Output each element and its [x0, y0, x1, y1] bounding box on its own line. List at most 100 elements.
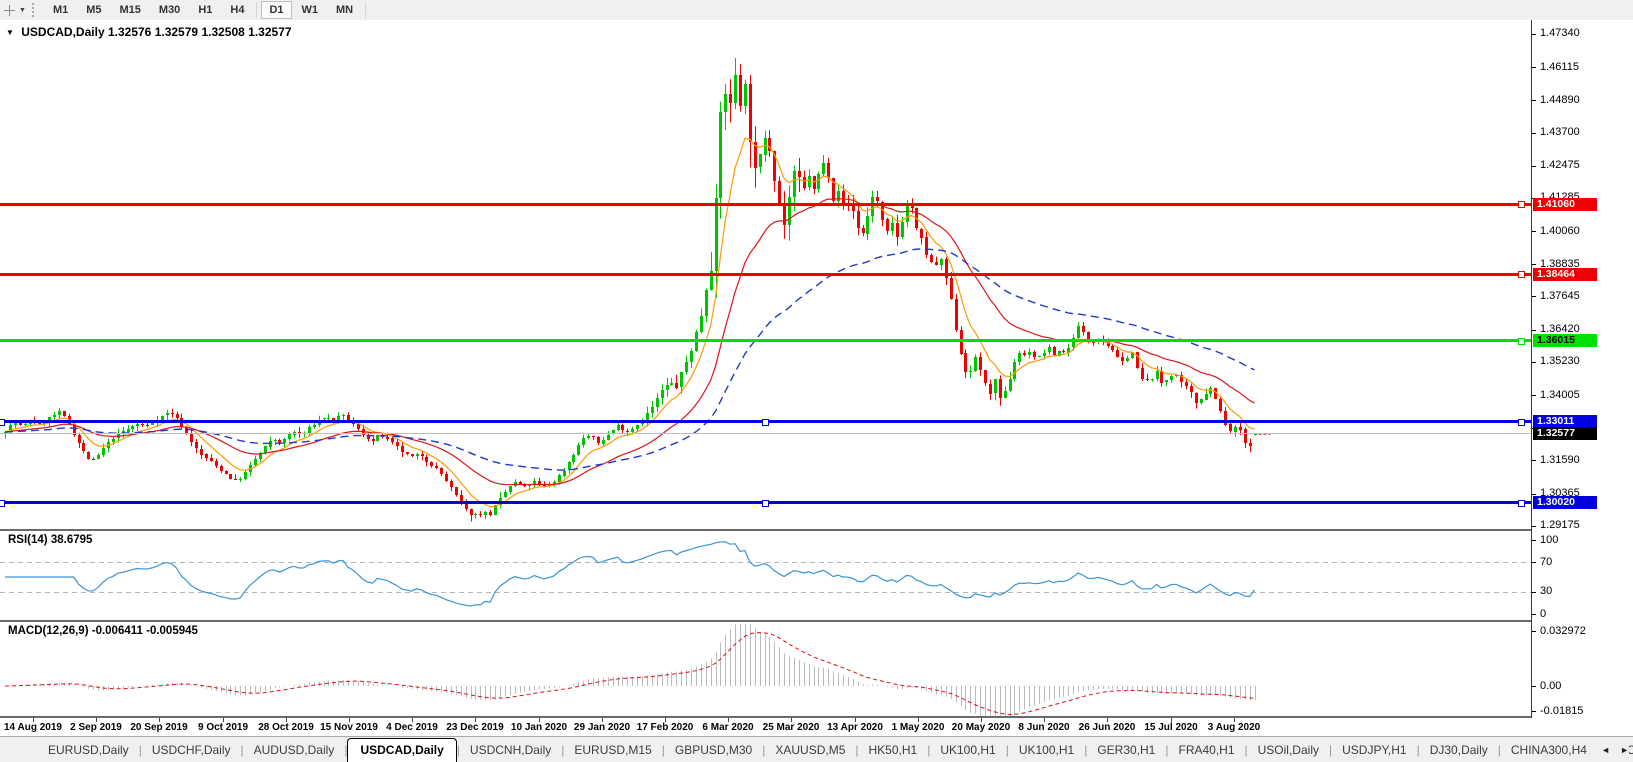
rsi-tick-0: 0: [1540, 608, 1547, 620]
date-label: 4 Dec 2019: [386, 722, 438, 733]
trading-platform-window: ▼ M1 M5 M15 M30 H1 H4 D1 W1 MN ▼ USDCAD,Daily 1.…: [0, 0, 1633, 762]
timeframe-button-m15[interactable]: M15: [112, 1, 149, 19]
line-handle-right[interactable]: [1518, 500, 1525, 507]
price-tick-1.35230: 1.35230: [1540, 355, 1580, 367]
timeframe-button-w1[interactable]: W1: [294, 1, 327, 19]
chart-tab-usdjpy-h1[interactable]: USDJPY,H1: [1332, 739, 1416, 761]
axis-level-label-1.30020: 1.30020: [1533, 496, 1597, 509]
price-tick-1.31590: 1.31590: [1540, 454, 1580, 466]
line-handle-right[interactable]: [1518, 419, 1525, 426]
ohlc-low: 1.32508: [201, 25, 245, 39]
date-label: 3 Aug 2020: [1207, 722, 1261, 733]
tab-scroll-right-icon[interactable]: ►: [1620, 745, 1629, 755]
chart-tab-dj30-daily[interactable]: DJ30,Daily: [1420, 739, 1498, 761]
axis-tick: [1532, 686, 1536, 687]
axis-tick: [1532, 100, 1536, 101]
date-label: 8 Jun 2020: [1018, 722, 1070, 733]
chart-tab-usoil-daily[interactable]: USOil,Daily: [1248, 739, 1329, 761]
date-label: 2 Sep 2019: [70, 722, 122, 733]
chart-tab-usdcnh-daily[interactable]: USDCNH,Daily: [460, 739, 561, 761]
price-tick-1.40060: 1.40060: [1540, 225, 1580, 237]
line-handle-right[interactable]: [1518, 338, 1525, 345]
chart-tab-fra40-h1[interactable]: FRA40,H1: [1168, 739, 1244, 761]
rsi-tick-100: 100: [1540, 534, 1559, 546]
line-handle-center[interactable]: [762, 500, 769, 507]
timeframe-button-m30[interactable]: M30: [151, 1, 188, 19]
date-label: 23 Dec 2019: [446, 722, 504, 733]
price-tick-1.34005: 1.34005: [1540, 389, 1580, 401]
axis-tick: [1532, 330, 1536, 331]
chart-tab-gbpusd-m30[interactable]: GBPUSD,M30: [665, 739, 762, 761]
toolbar-grip: [31, 3, 41, 17]
chart-tab-uk100-h1[interactable]: UK100,H1: [930, 739, 1005, 761]
date-label: 6 Mar 2020: [702, 722, 754, 733]
timeframe-button-m5[interactable]: M5: [78, 1, 109, 19]
timeframe-button-h1[interactable]: H1: [190, 1, 220, 19]
price-axis: 1.47340 1.46115 1.44890 1.43700 1.42475 1.412…: [1531, 20, 1633, 718]
timeframe-toolbar: M1 M5 M15 M30 H1 H4 D1 W1 MN: [44, 1, 369, 19]
line-handle-left[interactable]: [0, 500, 5, 507]
chart-tab-usdcad-daily[interactable]: USDCAD,Daily: [347, 737, 457, 762]
date-label: 29 Jan 2020: [573, 722, 631, 733]
rsi-label: RSI(14) 38.6795: [8, 534, 92, 546]
chart-tab-usdchf-daily[interactable]: USDCHF,Daily: [142, 739, 241, 761]
timeframe-button-m1[interactable]: M1: [45, 1, 76, 19]
chevron-down-icon: ▼: [19, 6, 26, 14]
line-handle-left[interactable]: [0, 419, 5, 426]
price-chart-canvas[interactable]: [0, 20, 1531, 718]
tab-scroll-left-icon[interactable]: ◄: [1601, 745, 1610, 755]
date-label: 9 Oct 2019: [197, 722, 249, 733]
chart-tab-audusd-daily[interactable]: AUDUSD,Daily: [244, 739, 345, 761]
date-label: 17 Feb 2020: [636, 722, 694, 733]
axis-tick: [1532, 395, 1536, 396]
resistance-line-1.41060[interactable]: [0, 203, 1531, 206]
rsi-tick-70: 70: [1540, 556, 1553, 568]
resistance-line-1.38464[interactable]: [0, 273, 1531, 276]
rsi-name: RSI(14): [8, 534, 48, 546]
axis-tick: [1532, 614, 1536, 615]
axis-tick: [1532, 562, 1536, 563]
date-label: 28 Oct 2019: [258, 722, 314, 733]
chart-tab-eurusd-m15[interactable]: EURUSD,M15: [564, 739, 661, 761]
line-handle-right[interactable]: [1518, 201, 1525, 208]
support-line-1.36015[interactable]: [0, 339, 1531, 342]
macd-tick-0.00: 0.00: [1540, 680, 1562, 692]
axis-tick: [1532, 231, 1536, 232]
price-tick-1.43700: 1.43700: [1540, 126, 1580, 138]
macd-name: MACD(12,26,9): [8, 625, 89, 637]
axis-level-label-1.38464: 1.38464: [1533, 268, 1597, 281]
axis-level-label-1.36015: 1.36015: [1533, 334, 1597, 347]
ohlc-high: 1.32579: [154, 25, 199, 39]
date-label: 13 Apr 2020: [827, 722, 883, 733]
axis-tick: [1532, 166, 1536, 167]
axis-level-label-1.41060: 1.41060: [1533, 198, 1597, 211]
price-tick-1.29175: 1.29175: [1540, 519, 1580, 531]
axis-tick: [1532, 362, 1536, 363]
toolbar-separator: [365, 2, 367, 18]
axis-tick: [1532, 67, 1536, 68]
chart-tab-ger30-h1[interactable]: GER30,H1: [1087, 739, 1165, 761]
axis-tick: [1532, 34, 1536, 35]
timeframe-button-mn[interactable]: MN: [328, 1, 361, 19]
line-handle-right[interactable]: [1518, 271, 1525, 278]
chart-tab-hk50-h1[interactable]: HK50,H1: [859, 739, 928, 761]
collapse-arrow-icon: ▼: [6, 28, 14, 37]
chart-tab-china300-h4[interactable]: CHINA300,H4: [1501, 739, 1597, 761]
current-price-line-1.32577: [0, 433, 1531, 434]
ohlc-close: 1.32577: [248, 25, 292, 39]
date-label: 10 Jan 2020: [510, 722, 568, 733]
chart-tab-uk100-h1[interactable]: UK100,H1: [1009, 739, 1084, 761]
chart-title: ▼ USDCAD,Daily 1.32576 1.32579 1.32508 1…: [6, 25, 292, 39]
rsi-tick-30: 30: [1540, 585, 1553, 597]
line-handle-center[interactable]: [762, 419, 769, 426]
date-label: 1 May 2020: [891, 722, 945, 733]
chart-tab-xauusd-m5[interactable]: XAUUSD,M5: [765, 739, 855, 761]
axis-tick: [1532, 711, 1536, 712]
cursor-tool-button[interactable]: ▼: [0, 1, 29, 19]
chart-tab-eurusd-daily[interactable]: EURUSD,Daily: [38, 739, 139, 761]
axis-tick: [1532, 540, 1536, 541]
axis-level-label-1.32577: 1.32577: [1533, 427, 1597, 440]
timeframe-button-d1[interactable]: D1: [261, 1, 292, 19]
price-tick-1.47340: 1.47340: [1540, 27, 1580, 39]
timeframe-button-h4[interactable]: H4: [222, 1, 252, 19]
